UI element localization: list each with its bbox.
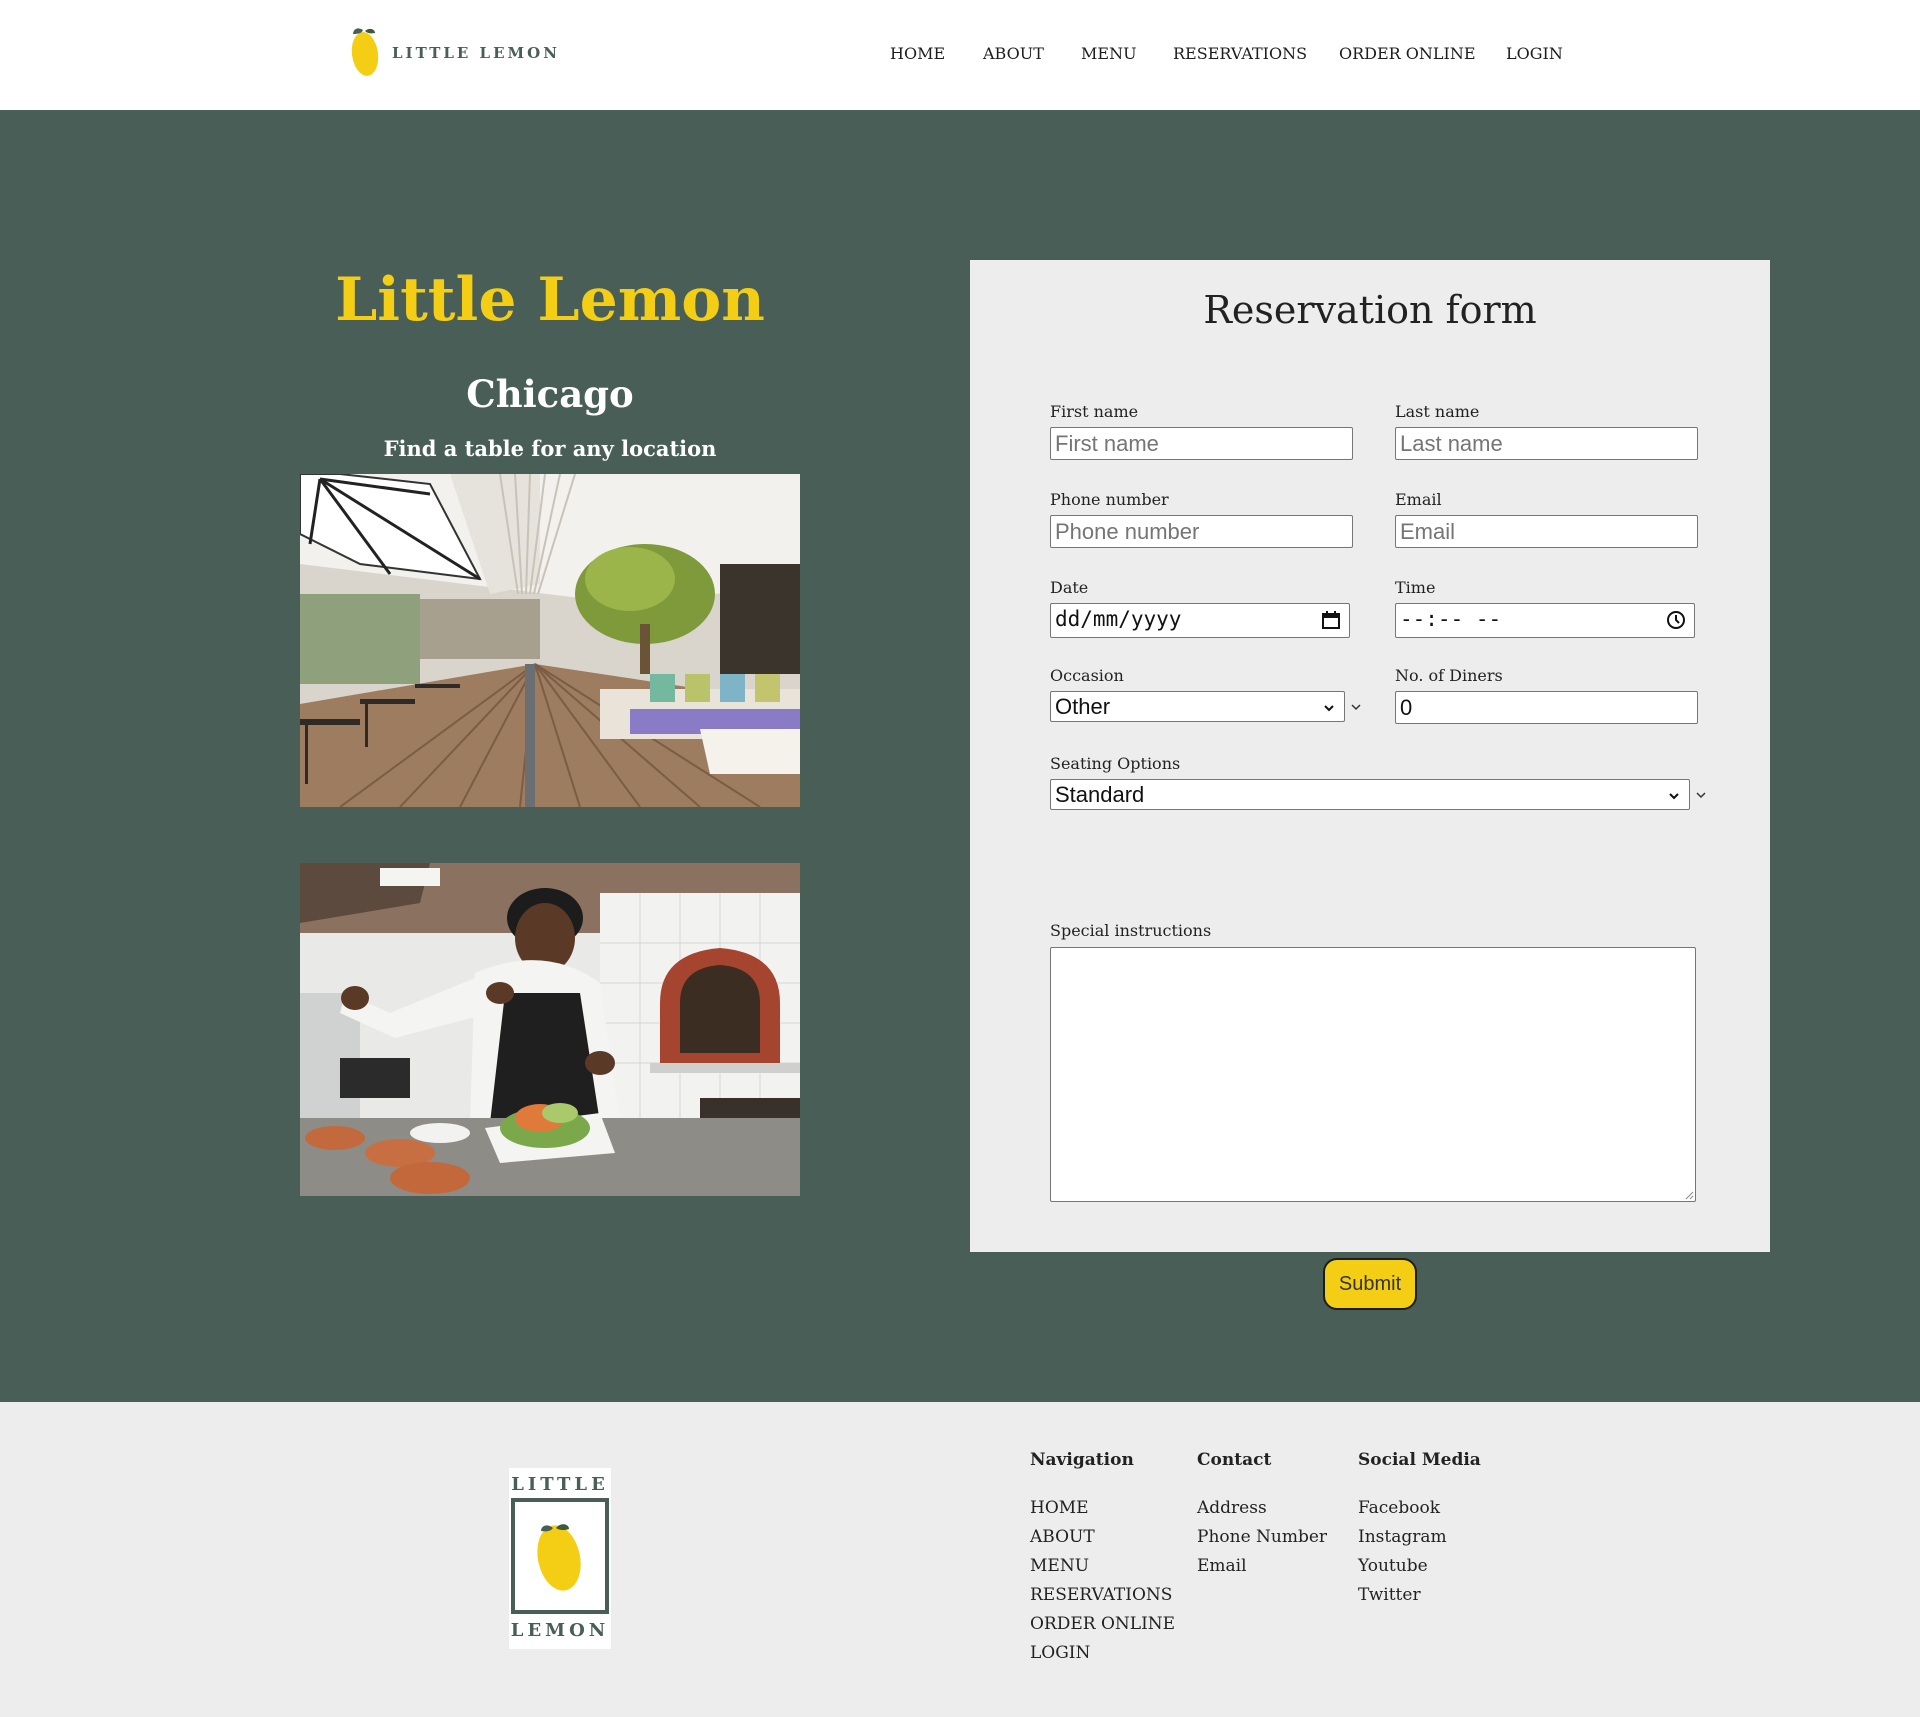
- hero-city: Chicago: [466, 372, 634, 416]
- reservation-form: Reservation form First name First name L…: [970, 260, 1770, 1310]
- nav-order-online[interactable]: ORDER ONLINE: [1339, 44, 1476, 63]
- instructions-textarea[interactable]: [1050, 947, 1696, 1202]
- diners-input[interactable]: 0: [1395, 691, 1698, 724]
- hero-subtitle: Find a table for any location: [383, 436, 717, 461]
- first-name-input[interactable]: First name: [1050, 427, 1353, 460]
- seating-label: Seating Options: [1050, 754, 1181, 773]
- footer-social-heading: Social Media: [1358, 1450, 1481, 1470]
- footer-link-address[interactable]: Address: [1197, 1494, 1327, 1523]
- footer-link-reservations[interactable]: RESERVATIONS: [1030, 1581, 1175, 1610]
- footer-nav-heading: Navigation: [1030, 1450, 1134, 1470]
- footer-contact-heading: Contact: [1197, 1450, 1272, 1470]
- nav-home[interactable]: HOME: [890, 44, 945, 63]
- footer-link-facebook[interactable]: Facebook: [1358, 1494, 1481, 1523]
- footer-logo[interactable]: LITTLE LEMON: [509, 1468, 611, 1649]
- email-label: Email: [1395, 490, 1442, 509]
- form-title: Reservation form: [1203, 288, 1537, 332]
- calendar-icon[interactable]: [1321, 610, 1341, 630]
- phone-placeholder: Phone number: [1055, 519, 1200, 544]
- footer-link-home[interactable]: HOME: [1030, 1494, 1175, 1523]
- footer-link-menu[interactable]: MENU: [1030, 1552, 1175, 1581]
- footer-contact: Contact Address Phone Number Email: [1197, 1450, 1327, 1581]
- chevron-down-icon: [1669, 793, 1679, 800]
- footer-link-phone[interactable]: Phone Number: [1197, 1523, 1327, 1552]
- diners-label: No. of Diners: [1395, 666, 1503, 685]
- footer-link-youtube[interactable]: Youtube: [1358, 1552, 1481, 1581]
- footer-link-about[interactable]: ABOUT: [1030, 1523, 1175, 1552]
- seating-value: Standard: [1055, 782, 1145, 807]
- first-name-label: First name: [1050, 402, 1139, 421]
- seating-select[interactable]: Standard: [1050, 779, 1690, 810]
- hero-section: Little Lemon Chicago Find a table for an…: [0, 110, 1920, 1402]
- main-nav: HOME ABOUT MENU RESERVATIONS ORDER ONLIN…: [0, 44, 1920, 68]
- footer-logo-bottom: LEMON: [510, 1620, 610, 1641]
- chevron-down-icon: [1351, 704, 1361, 711]
- occasion-label: Occasion: [1050, 666, 1124, 685]
- diners-value: 0: [1400, 695, 1413, 720]
- nav-about[interactable]: ABOUT: [983, 44, 1044, 63]
- date-input[interactable]: dd/mm/yyyy: [1050, 603, 1350, 638]
- nav-reservations[interactable]: RESERVATIONS: [1173, 44, 1307, 63]
- time-input[interactable]: --:-- --: [1395, 603, 1695, 638]
- email-placeholder: Email: [1400, 519, 1456, 544]
- footer-link-twitter[interactable]: Twitter: [1358, 1581, 1481, 1610]
- phone-label: Phone number: [1050, 490, 1169, 509]
- last-name-label: Last name: [1395, 402, 1480, 421]
- chevron-down-icon: [1696, 792, 1706, 799]
- date-label: Date: [1050, 578, 1089, 597]
- footer-link-login[interactable]: LOGIN: [1030, 1639, 1175, 1668]
- nav-login[interactable]: LOGIN: [1506, 44, 1563, 63]
- instructions-label: Special instructions: [1050, 921, 1212, 940]
- nav-menu[interactable]: MENU: [1081, 44, 1137, 63]
- chef-plating-photo: [300, 863, 800, 1196]
- site-header: LITTLE LEMON HOME ABOUT MENU RESERVATION…: [0, 0, 1920, 110]
- time-label: Time: [1395, 578, 1436, 597]
- time-value: --:-- --: [1400, 607, 1502, 631]
- last-name-input[interactable]: Last name: [1395, 427, 1698, 460]
- date-value: dd/mm/yyyy: [1055, 607, 1182, 631]
- footer-navigation: Navigation HOME ABOUT MENU RESERVATIONS …: [1030, 1450, 1175, 1668]
- footer-logo-top: LITTLE: [511, 1474, 609, 1495]
- first-name-placeholder: First name: [1055, 431, 1159, 456]
- last-name-placeholder: Last name: [1400, 431, 1503, 456]
- lemon-icon: [537, 1525, 581, 1591]
- footer-link-email[interactable]: Email: [1197, 1552, 1327, 1581]
- site-footer: LITTLE LEMON Navigation HOME ABOUT MENU …: [0, 1402, 1920, 1717]
- hero-title: Little Lemon: [335, 265, 765, 335]
- chevron-down-icon: [1324, 705, 1334, 712]
- clock-icon[interactable]: [1666, 610, 1686, 630]
- submit-button[interactable]: Submit: [1323, 1258, 1417, 1310]
- email-input[interactable]: Email: [1395, 515, 1698, 548]
- footer-link-instagram[interactable]: Instagram: [1358, 1523, 1481, 1552]
- footer-social: Social Media Facebook Instagram Youtube …: [1358, 1450, 1481, 1610]
- occasion-select[interactable]: Other: [1050, 691, 1345, 722]
- phone-input[interactable]: Phone number: [1050, 515, 1353, 548]
- occasion-value: Other: [1055, 694, 1111, 719]
- restaurant-terrace-photo: [300, 474, 800, 807]
- resize-handle-icon[interactable]: [1684, 1190, 1694, 1200]
- footer-link-order-online[interactable]: ORDER ONLINE: [1030, 1610, 1175, 1639]
